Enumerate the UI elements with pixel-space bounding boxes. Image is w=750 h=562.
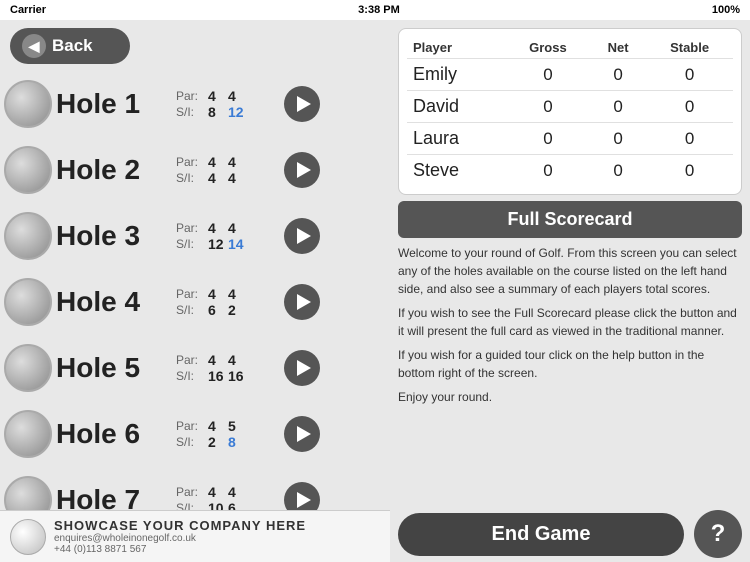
carrier-label: Carrier bbox=[10, 4, 46, 16]
player-name-2: David bbox=[407, 91, 506, 123]
player-net-2: 0 bbox=[590, 91, 646, 123]
hole-row-1: Hole 1 Par: 4 4 S/I: 8 12 bbox=[4, 72, 386, 136]
player-gross-1: 0 bbox=[506, 59, 590, 91]
play-triangle-icon-6 bbox=[297, 426, 311, 442]
play-triangle-icon-3 bbox=[297, 228, 311, 244]
hole-stats-1: Par: 4 4 S/I: 8 12 bbox=[176, 88, 276, 120]
golf-ball-icon-6 bbox=[4, 410, 52, 458]
hole-name-1: Hole 1 bbox=[56, 88, 176, 120]
play-triangle-icon-5 bbox=[297, 360, 311, 376]
player-name-3: Laura bbox=[407, 123, 506, 155]
hole-row-2: Hole 2 Par: 4 4 S/I: 4 4 bbox=[4, 138, 386, 202]
player-stable-4: 0 bbox=[646, 155, 733, 187]
header-player: Player bbox=[407, 37, 506, 59]
play-hole-btn-2[interactable] bbox=[284, 152, 320, 188]
logo-line1: enquires@wholeinonegolf.co.uk bbox=[54, 533, 306, 544]
scorecard-table: Player Gross Net Stable Emily 0 0 0 Davi… bbox=[407, 37, 733, 186]
hole-name-4: Hole 4 bbox=[56, 286, 176, 318]
play-triangle-icon-1 bbox=[297, 96, 311, 112]
hole-stats-4: Par: 4 4 S/I: 6 2 bbox=[176, 286, 276, 318]
play-hole-btn-6[interactable] bbox=[284, 416, 320, 452]
header-stable: Stable bbox=[646, 37, 733, 59]
golf-ball-icon-4 bbox=[4, 278, 52, 326]
play-triangle-icon-2 bbox=[297, 162, 311, 178]
back-arrow-icon: ◀ bbox=[22, 34, 46, 58]
golf-ball-icon-3 bbox=[4, 212, 52, 260]
hole-stats-6: Par: 4 5 S/I: 2 8 bbox=[176, 418, 276, 450]
desc-para4: Enjoy your round. bbox=[398, 388, 742, 406]
scorecard-row-1: Emily 0 0 0 bbox=[407, 59, 733, 91]
left-panel: ◀ Back Hole 1 Par: 4 4 S/I: 8 12 bbox=[0, 20, 390, 562]
hole-stats-2: Par: 4 4 S/I: 4 4 bbox=[176, 154, 276, 186]
help-button[interactable]: ? bbox=[694, 510, 742, 558]
hole-name-6: Hole 6 bbox=[56, 418, 176, 450]
play-triangle-icon-7 bbox=[297, 492, 311, 508]
player-net-3: 0 bbox=[590, 123, 646, 155]
player-stable-2: 0 bbox=[646, 91, 733, 123]
play-hole-btn-3[interactable] bbox=[284, 218, 320, 254]
header-gross: Gross bbox=[506, 37, 590, 59]
right-panel: Player Gross Net Stable Emily 0 0 0 Davi… bbox=[390, 20, 750, 562]
player-gross-4: 0 bbox=[506, 155, 590, 187]
hole-name-2: Hole 2 bbox=[56, 154, 176, 186]
end-game-button[interactable]: End Game bbox=[398, 513, 684, 556]
logo-ball-icon bbox=[10, 519, 46, 555]
status-bar: Carrier 3:38 PM 100% bbox=[0, 0, 750, 20]
hole-name-3: Hole 3 bbox=[56, 220, 176, 252]
play-hole-btn-1[interactable] bbox=[284, 86, 320, 122]
player-stable-3: 0 bbox=[646, 123, 733, 155]
golf-ball-icon-1 bbox=[4, 80, 52, 128]
player-name-4: Steve bbox=[407, 155, 506, 187]
golf-ball-icon-2 bbox=[4, 146, 52, 194]
play-hole-btn-5[interactable] bbox=[284, 350, 320, 386]
time-label: 3:38 PM bbox=[46, 4, 712, 16]
scorecard-row-4: Steve 0 0 0 bbox=[407, 155, 733, 187]
battery-label: 100% bbox=[712, 4, 740, 16]
main-container: ◀ Back Hole 1 Par: 4 4 S/I: 8 12 bbox=[0, 20, 750, 562]
golf-ball-icon-5 bbox=[4, 344, 52, 392]
hole-row-3: Hole 3 Par: 4 4 S/I: 12 14 bbox=[4, 204, 386, 268]
player-gross-3: 0 bbox=[506, 123, 590, 155]
play-hole-btn-4[interactable] bbox=[284, 284, 320, 320]
player-gross-2: 0 bbox=[506, 91, 590, 123]
hole-row-4: Hole 4 Par: 4 4 S/I: 6 2 bbox=[4, 270, 386, 334]
hole-stats-5: Par: 4 4 S/I: 16 16 bbox=[176, 352, 276, 384]
full-scorecard-button[interactable]: Full Scorecard bbox=[398, 201, 742, 238]
back-label: Back bbox=[52, 36, 93, 56]
hole-stats-3: Par: 4 4 S/I: 12 14 bbox=[176, 220, 276, 252]
logo-text: Showcase Your Company Here enquires@whol… bbox=[54, 518, 306, 555]
header-net: Net bbox=[590, 37, 646, 59]
desc-para2: If you wish to see the Full Scorecard pl… bbox=[398, 304, 742, 340]
hole-list: Hole 1 Par: 4 4 S/I: 8 12 Hole 2 bbox=[0, 72, 390, 532]
hole-name-5: Hole 5 bbox=[56, 352, 176, 384]
hole-row-6: Hole 6 Par: 4 5 S/I: 2 8 bbox=[4, 402, 386, 466]
desc-para1: Welcome to your round of Golf. From this… bbox=[398, 244, 742, 298]
bottom-action-row: End Game ? bbox=[398, 510, 742, 558]
play-triangle-icon-4 bbox=[297, 294, 311, 310]
player-stable-1: 0 bbox=[646, 59, 733, 91]
logo-line2: +44 (0)113 8871 567 bbox=[54, 544, 306, 555]
back-button[interactable]: ◀ Back bbox=[10, 28, 130, 64]
player-name-1: Emily bbox=[407, 59, 506, 91]
hole-row-5: Hole 5 Par: 4 4 S/I: 16 16 bbox=[4, 336, 386, 400]
scorecard-row-3: Laura 0 0 0 bbox=[407, 123, 733, 155]
player-net-4: 0 bbox=[590, 155, 646, 187]
scorecard-row-2: David 0 0 0 bbox=[407, 91, 733, 123]
desc-para3: If you wish for a guided tour click on t… bbox=[398, 346, 742, 382]
player-net-1: 0 bbox=[590, 59, 646, 91]
logo-main-text: Showcase Your Company Here bbox=[54, 518, 306, 533]
logo-area: Showcase Your Company Here enquires@whol… bbox=[0, 510, 390, 562]
description-area: Welcome to your round of Golf. From this… bbox=[398, 244, 742, 412]
scorecard-container: Player Gross Net Stable Emily 0 0 0 Davi… bbox=[398, 28, 742, 195]
